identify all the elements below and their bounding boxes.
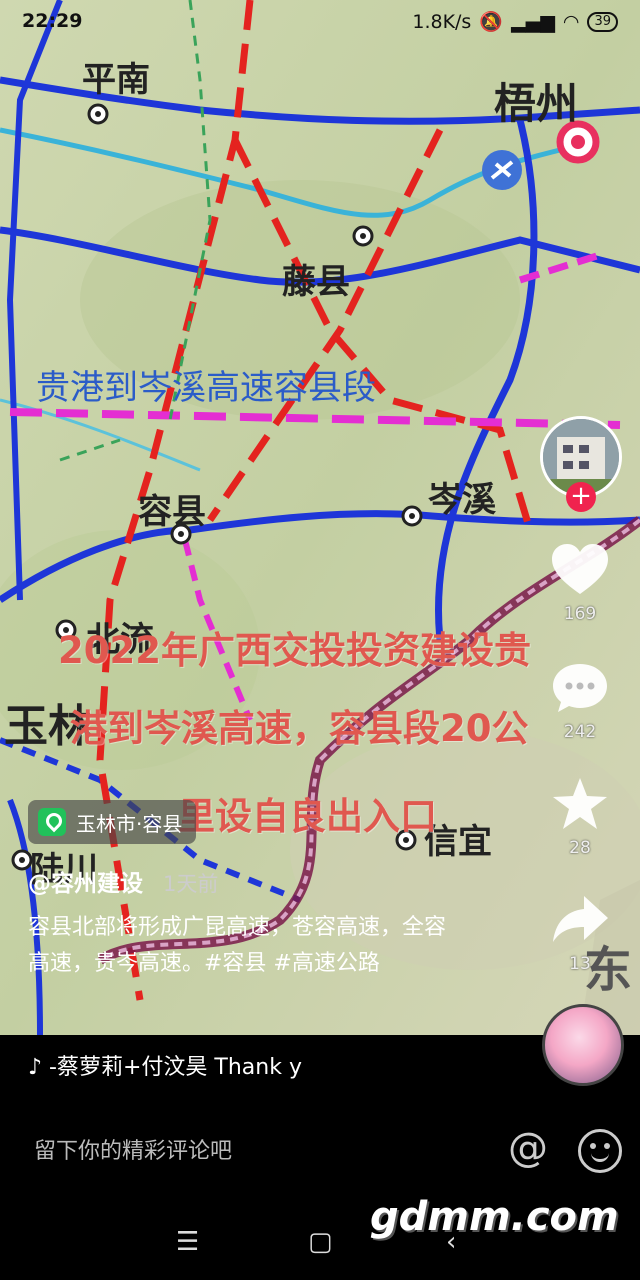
comment-count: 242 [563, 722, 597, 742]
battery-icon: 39 [587, 11, 618, 32]
location-pin-icon [38, 808, 66, 836]
home-icon[interactable]: ▢ [308, 1227, 333, 1257]
like-button[interactable]: 169 [548, 542, 612, 624]
favorite-button[interactable]: 28 [548, 776, 612, 858]
map-label-rongxian: 容县 [138, 492, 206, 532]
favorite-count: 28 [569, 838, 591, 858]
share-button[interactable]: 13 [548, 892, 612, 974]
back-icon[interactable]: ‹ [446, 1227, 456, 1257]
map-label-pingnan: 平南 [82, 60, 150, 100]
post-time: 1天前 [163, 872, 219, 896]
at-mention-icon[interactable]: @ [508, 1125, 548, 1171]
location-label: 玉林市·容县 [76, 811, 183, 836]
network-speed: 1.8K/s [412, 10, 472, 33]
location-tag[interactable]: 玉林市·容县 [28, 800, 197, 844]
wifi-icon: ◠ [562, 10, 580, 33]
comment-icon [553, 664, 607, 712]
signal-icon: ▂▄▆ [511, 10, 555, 33]
map-label-cenxi: 岑溪 [428, 480, 496, 520]
heart-icon [552, 544, 608, 594]
share-count: 13 [569, 954, 591, 974]
post-author-line[interactable]: @容州建设 1天前 [28, 864, 218, 898]
status-icons: 1.8K/s 🔕 ▂▄▆ ◠ 39 [412, 10, 618, 33]
map-label-tengxian: 藤县 [282, 262, 350, 302]
comment-button[interactable]: 242 [548, 660, 612, 742]
mute-icon: 🔕 [479, 11, 504, 33]
music-title: ♪ -蔡萝莉+付汶昊 Thank y [28, 1055, 302, 1080]
like-count: 169 [563, 604, 597, 624]
music-disc[interactable] [542, 1004, 624, 1086]
post-description: 容县北部将形成广昆高速，苍容高速，全容高速，贵岑高速。#容县 #高速公路 [28, 915, 447, 976]
map-label-wuzhou: 梧州 [494, 79, 579, 128]
comment-bar[interactable]: 留下你的精彩评论吧 @ [0, 1095, 640, 1205]
author-name[interactable]: @容州建设 [28, 871, 143, 897]
emoji-icon[interactable] [578, 1129, 622, 1173]
follow-button[interactable]: + [566, 482, 596, 512]
share-icon [553, 896, 608, 942]
menu-icon[interactable]: ☰ [176, 1227, 199, 1257]
status-time: 22:29 [22, 10, 83, 32]
map-headline: 贵港到岑溪高速容县段 [36, 368, 376, 408]
star-icon [553, 778, 607, 829]
system-nav-bar: ☰ ▢ ‹ [0, 1205, 640, 1280]
caption-line-1: 2022年广西交投投资建设贵 [58, 629, 531, 672]
comment-input[interactable]: 留下你的精彩评论吧 [34, 1133, 232, 1165]
caption-line-3: 里设自良出入口 [178, 795, 437, 838]
caption-line-2: 港到岑溪高速，容县段20公 [70, 707, 529, 750]
status-bar: 22:29 1.8K/s 🔕 ▂▄▆ ◠ 39 [0, 0, 640, 44]
